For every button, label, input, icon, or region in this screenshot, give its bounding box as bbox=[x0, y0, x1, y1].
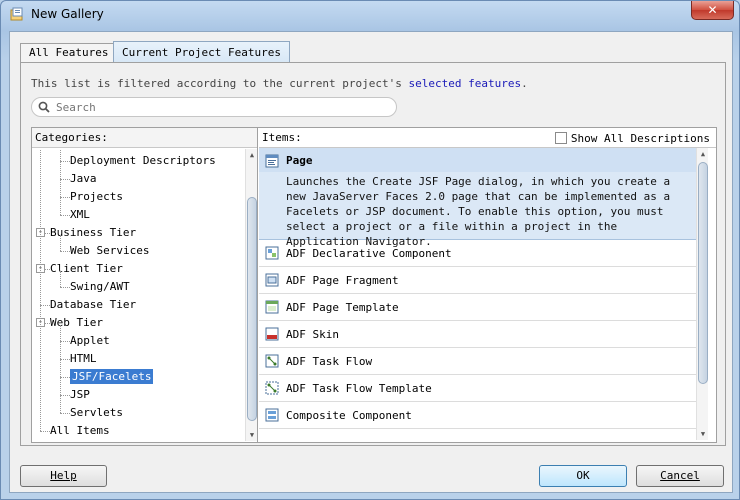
window-title: New Gallery bbox=[31, 7, 104, 21]
list-item[interactable]: ADF Task Flow Template bbox=[259, 375, 696, 402]
category-item[interactable]: Web Tier bbox=[50, 314, 103, 332]
list-item-page[interactable]: Page Launches the Create JSF Page dialog… bbox=[259, 148, 696, 248]
items-pane: Items: Show All Descriptions Page Launch… bbox=[259, 128, 716, 442]
dialog-client-area: All Features Current Project Features Th… bbox=[9, 31, 733, 493]
category-label: Database Tier bbox=[50, 298, 137, 311]
items-scrollbar[interactable]: ▲ ▼ bbox=[696, 148, 708, 440]
category-item[interactable]: Swing/AWT bbox=[70, 278, 130, 296]
category-label: HTML bbox=[70, 352, 97, 365]
category-label: Servlets bbox=[70, 406, 123, 419]
category-label: Applet bbox=[70, 334, 110, 347]
category-label: Projects bbox=[70, 190, 123, 203]
category-item[interactable]: Deployment Descriptors bbox=[70, 152, 216, 170]
scroll-thumb[interactable] bbox=[698, 162, 708, 384]
show-all-descriptions-checkbox[interactable]: Show All Descriptions bbox=[554, 132, 710, 145]
item-description: Launches the Create JSF Page dialog, in … bbox=[286, 175, 671, 248]
close-icon: ✕ bbox=[707, 3, 718, 17]
new-gallery-dialog: New Gallery ✕ All Features Current Proje… bbox=[0, 0, 740, 500]
item-name: ADF Declarative Component bbox=[286, 247, 452, 260]
item-name: ADF Page Template bbox=[286, 301, 399, 314]
category-label: Web Services bbox=[70, 244, 150, 257]
tab-panel: This list is filtered according to the c… bbox=[20, 62, 726, 446]
categories-scrollbar[interactable]: ▲ ▼ bbox=[245, 149, 257, 441]
category-item[interactable]: XML bbox=[70, 206, 90, 224]
scroll-thumb[interactable] bbox=[247, 197, 257, 421]
scroll-up-icon[interactable]: ▲ bbox=[697, 148, 709, 160]
category-item[interactable]: Java bbox=[70, 170, 97, 188]
list-item[interactable]: ADF Skin bbox=[259, 321, 696, 348]
items-list: Page Launches the Create JSF Page dialog… bbox=[259, 148, 696, 438]
item-name: Page bbox=[286, 154, 313, 167]
search-input[interactable] bbox=[56, 99, 386, 115]
category-label: All Items bbox=[50, 424, 110, 434]
filter-description: This list is filtered according to the c… bbox=[31, 77, 528, 90]
items-header-label: Items: bbox=[262, 131, 302, 144]
tab-current-project-features[interactable]: Current Project Features bbox=[113, 41, 290, 63]
gallery-app-icon bbox=[10, 7, 23, 21]
tab-label: All Features bbox=[29, 46, 109, 59]
categories-header: Categories: bbox=[32, 128, 257, 148]
checkbox-box[interactable] bbox=[554, 132, 567, 144]
tab-all-features[interactable]: All Features bbox=[20, 43, 118, 63]
category-label: JSP bbox=[70, 388, 90, 401]
item-name: Composite Component bbox=[286, 409, 412, 422]
search-box[interactable] bbox=[31, 97, 397, 117]
tab-label: Current Project Features bbox=[122, 46, 281, 59]
list-item[interactable]: ADF Page Fragment bbox=[259, 267, 696, 294]
jsf-page-icon bbox=[265, 154, 279, 168]
filter-text: This list is filtered according to the c… bbox=[31, 77, 409, 90]
task-flow-icon bbox=[265, 354, 279, 368]
ok-button[interactable]: OK bbox=[539, 465, 627, 487]
help-label: Help bbox=[50, 469, 77, 482]
category-label: Java bbox=[70, 172, 97, 185]
task-flow-template-icon bbox=[265, 381, 279, 395]
page-template-icon bbox=[265, 300, 279, 314]
category-label: Business Tier bbox=[50, 226, 137, 239]
list-item[interactable]: ADF Page Template bbox=[259, 294, 696, 321]
css-skin-icon bbox=[265, 327, 279, 341]
title-bar: New Gallery ✕ bbox=[1, 1, 739, 29]
item-name: ADF Task Flow Template bbox=[286, 382, 432, 395]
list-item[interactable]: ADF Task Flow bbox=[259, 348, 696, 375]
gallery-split-pane: Categories: Deployment Descriptors Java Pr… bbox=[31, 127, 717, 443]
cancel-button[interactable]: Cancel bbox=[636, 465, 724, 487]
category-item[interactable]: JSP bbox=[70, 386, 90, 404]
category-item[interactable]: Business Tier bbox=[50, 224, 136, 242]
category-label: Web Tier bbox=[50, 316, 103, 329]
category-item[interactable]: HTML bbox=[70, 350, 97, 368]
category-item[interactable]: Applet bbox=[70, 332, 110, 350]
cancel-label: Cancel bbox=[660, 469, 700, 482]
categories-tree: Deployment Descriptors Java Projects XML - Bu… bbox=[32, 150, 242, 434]
list-item[interactable]: ADF Declarative Component bbox=[259, 240, 696, 267]
category-label: Swing/AWT bbox=[70, 280, 130, 293]
help-button[interactable]: Help bbox=[20, 465, 107, 487]
category-label: Deployment Descriptors bbox=[70, 154, 216, 167]
item-name: ADF Skin bbox=[286, 328, 339, 341]
category-label: XML bbox=[70, 208, 90, 221]
categories-pane: Categories: Deployment Descriptors Java Pr… bbox=[32, 128, 258, 442]
category-item[interactable]: Servlets bbox=[70, 404, 123, 422]
scroll-down-icon[interactable]: ▼ bbox=[697, 428, 709, 440]
show-all-label: Show All Descriptions bbox=[570, 132, 710, 145]
page-fragment-icon bbox=[265, 273, 279, 287]
category-item[interactable]: All Items bbox=[50, 422, 110, 434]
category-item[interactable]: Database Tier bbox=[50, 296, 136, 314]
composite-icon bbox=[265, 408, 279, 422]
category-item[interactable]: Projects bbox=[70, 188, 123, 206]
list-item[interactable]: Composite Component bbox=[259, 402, 696, 429]
item-name: ADF Page Fragment bbox=[286, 274, 399, 287]
selected-features-link[interactable]: selected features bbox=[409, 77, 522, 90]
item-name: ADF Task Flow bbox=[286, 355, 373, 368]
category-label: JSF/Facelets bbox=[70, 369, 154, 384]
scroll-up-icon[interactable]: ▲ bbox=[246, 149, 258, 161]
filter-suffix: . bbox=[521, 77, 528, 90]
close-button[interactable]: ✕ bbox=[691, 1, 734, 20]
category-item[interactable]: Web Services bbox=[70, 242, 149, 260]
ok-label: OK bbox=[576, 469, 590, 482]
component-icon bbox=[265, 246, 279, 260]
category-item[interactable]: JSF/Facelets bbox=[70, 368, 154, 386]
search-icon bbox=[38, 101, 50, 113]
scroll-down-icon[interactable]: ▼ bbox=[246, 429, 258, 441]
